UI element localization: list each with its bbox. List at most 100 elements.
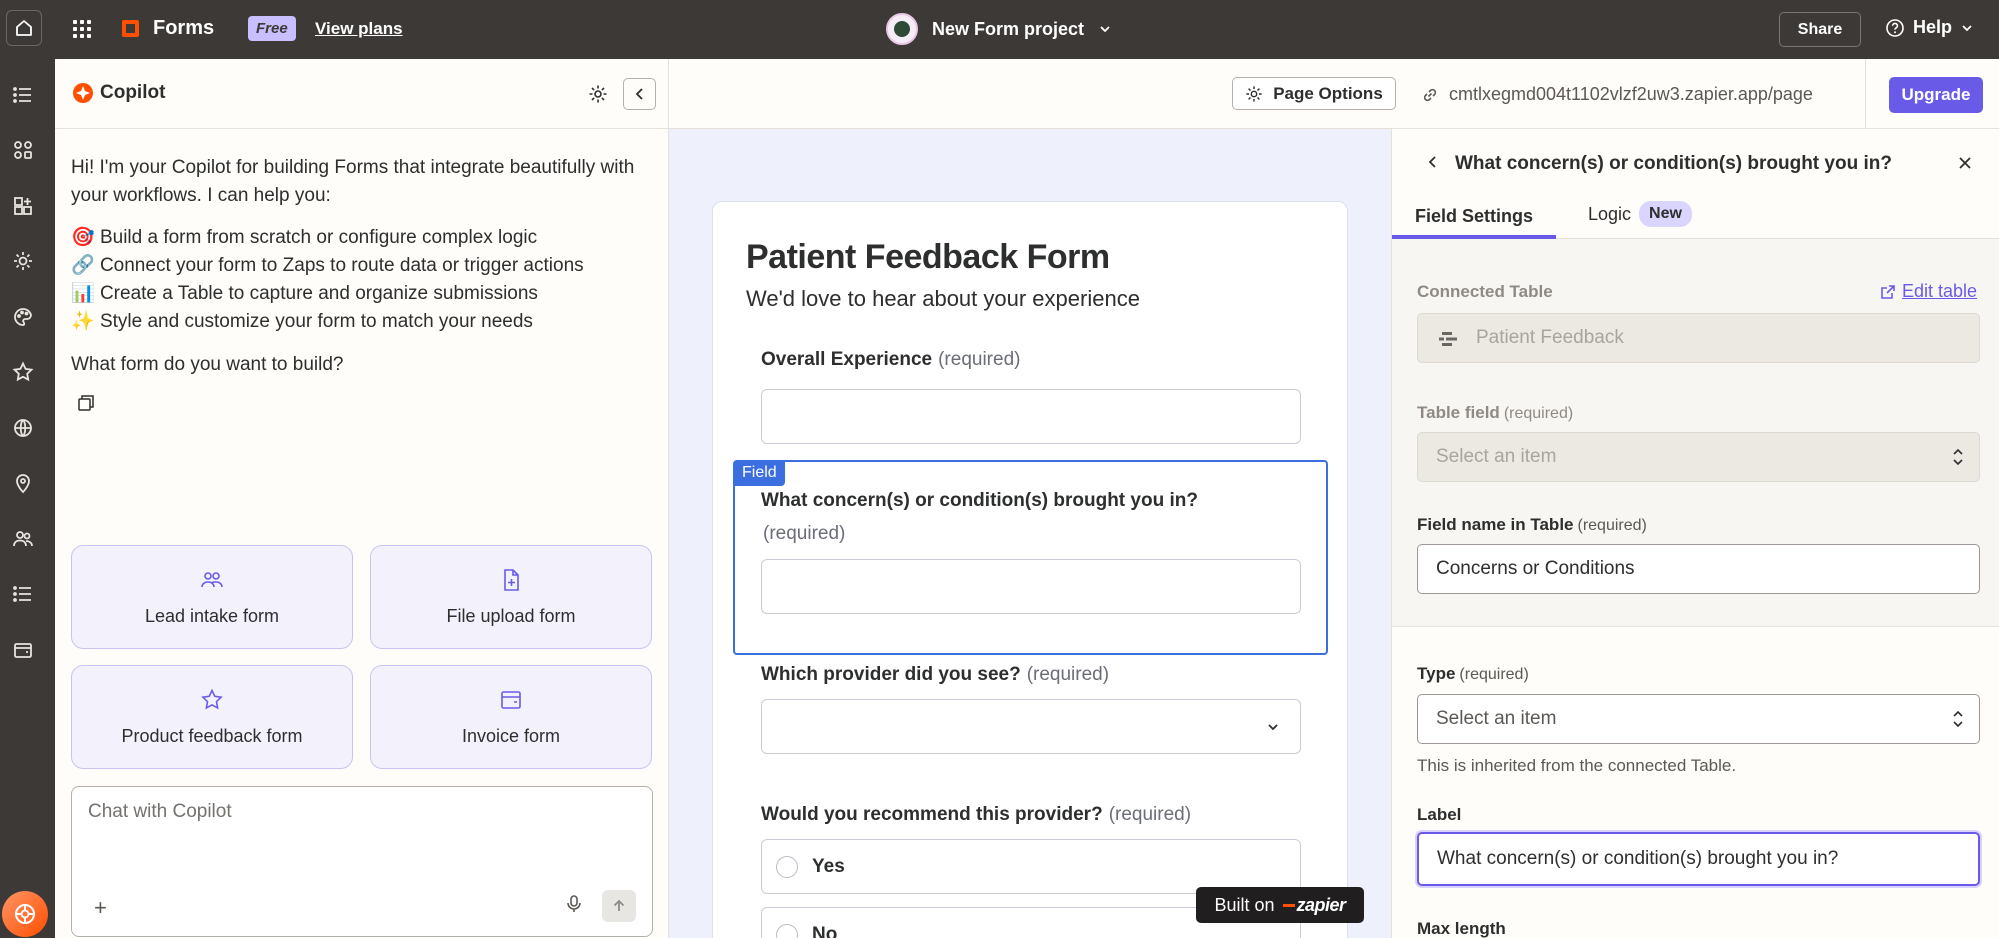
wallet-icon[interactable] xyxy=(10,637,36,663)
file-plus-icon xyxy=(504,568,519,591)
bullet-list-icon[interactable] xyxy=(10,581,36,607)
wallet-icon xyxy=(501,690,521,709)
page-url-link[interactable]: cmtlxegmd004t1102vlzf2uw3.zapier.app/pag… xyxy=(1421,84,1813,105)
edit-table-link[interactable]: Edit table xyxy=(1880,281,1977,302)
type-select[interactable]: Select an item xyxy=(1417,694,1980,744)
copilot-panel: Copilot Hi! I'm your Copilot for buildin… xyxy=(55,59,669,938)
suggestion-invoice[interactable]: Invoice form xyxy=(370,665,652,769)
built-on-zapier-badge[interactable]: Built on zapier xyxy=(1196,887,1364,923)
question-label-recommend[interactable]: Would you recommend this provider? (requi… xyxy=(761,804,1191,826)
suggestion-lead-intake[interactable]: Lead intake form xyxy=(71,545,353,649)
divider xyxy=(1865,59,1866,129)
team-icon[interactable] xyxy=(10,526,36,552)
home-button[interactable] xyxy=(6,10,42,46)
list-icon[interactable] xyxy=(10,82,36,108)
field-name-input[interactable]: Concerns or Conditions xyxy=(1417,544,1980,594)
settings-gear-icon[interactable] xyxy=(10,248,36,274)
field-tag: Field xyxy=(734,461,785,486)
settings-tabs: Field Settings Logic New xyxy=(1392,194,1999,239)
copilot-settings-button[interactable] xyxy=(588,84,608,109)
chevron-left-icon xyxy=(635,88,643,100)
question-label-concerns[interactable]: What concern(s) or condition(s) brought … xyxy=(761,490,1198,512)
copilot-intro: Hi! I'm your Copilot for building Forms … xyxy=(71,157,635,206)
provider-dropdown[interactable] xyxy=(761,699,1301,754)
star-icon[interactable] xyxy=(10,359,36,385)
home-icon xyxy=(16,20,32,36)
top-bar: Forms Free View plans New Form project S… xyxy=(0,0,1999,59)
capability-item: ✨ Style and customize your form to match… xyxy=(71,311,533,332)
gear-icon xyxy=(589,85,607,103)
tab-field-settings[interactable]: Field Settings xyxy=(1415,206,1533,227)
select-arrows-icon xyxy=(1953,710,1963,728)
built-on-text: Built on xyxy=(1214,894,1275,915)
microphone-button[interactable] xyxy=(565,894,583,919)
type-helper-text: This is inherited from the connected Tab… xyxy=(1417,756,1737,775)
project-selector[interactable]: New Form project xyxy=(886,13,1112,45)
capability-item: 📊 Create a Table to capture and organize… xyxy=(71,283,538,304)
suggestion-label: Product feedback form xyxy=(121,725,303,746)
close-icon xyxy=(1959,157,1971,169)
tab-logic[interactable]: Logic New xyxy=(1588,201,1692,227)
connected-table-label: Connected Table xyxy=(1417,282,1553,301)
radio-button[interactable] xyxy=(776,855,798,878)
connected-table-field: Patient Feedback xyxy=(1417,313,1980,363)
help-button[interactable]: Help xyxy=(1885,17,1974,38)
radio-label: No xyxy=(812,923,838,938)
zaps-icon[interactable] xyxy=(10,137,36,163)
radio-button[interactable] xyxy=(776,923,798,938)
microphone-icon xyxy=(567,895,581,912)
page-options-bar: Page Options cmtlxegmd004t1102vlzf2uw3.z… xyxy=(669,59,1999,129)
copilot-title: Copilot xyxy=(72,82,165,104)
overall-experience-input[interactable] xyxy=(761,389,1301,444)
left-nav-rail xyxy=(0,59,55,938)
label-label: Label xyxy=(1417,805,1462,824)
plan-badge: Free xyxy=(248,16,296,41)
copilot-question: What form do you want to build? xyxy=(71,354,344,375)
arrow-up-icon xyxy=(613,899,625,911)
external-link-icon xyxy=(1881,284,1895,299)
new-badge: New xyxy=(1639,201,1692,227)
suggestion-label: Invoice form xyxy=(461,725,561,746)
suggestion-file-upload[interactable]: File upload form xyxy=(370,545,652,649)
copy-icon xyxy=(78,395,94,411)
chevron-down-icon xyxy=(1962,24,1972,31)
link-icon xyxy=(1423,88,1437,101)
copilot-chat-input[interactable]: Chat with Copilot + xyxy=(71,786,653,937)
question-label-overall-experience[interactable]: Overall Experience (required) xyxy=(761,349,1020,371)
copilot-launcher-icon[interactable] xyxy=(2,891,48,937)
label-input[interactable]: What concern(s) or condition(s) brought … xyxy=(1417,832,1980,886)
form-preview-card: Patient Feedback Form We'd love to hear … xyxy=(712,201,1348,938)
add-attachment-button[interactable]: + xyxy=(94,895,107,921)
view-plans-link[interactable]: View plans xyxy=(315,19,403,39)
upgrade-button[interactable]: Upgrade xyxy=(1889,77,1983,113)
brand[interactable]: Forms xyxy=(122,17,214,40)
table-field-select: Select an item xyxy=(1417,432,1980,482)
copy-message-button[interactable] xyxy=(77,394,95,417)
gear-icon xyxy=(1246,85,1262,102)
page-options-label: Page Options xyxy=(1273,83,1383,103)
back-button[interactable] xyxy=(1426,154,1440,175)
send-message-button[interactable] xyxy=(602,890,636,922)
globe-icon[interactable] xyxy=(10,415,36,441)
location-pin-icon[interactable] xyxy=(10,470,36,496)
form-title[interactable]: Patient Feedback Form xyxy=(746,238,1110,277)
form-subtitle[interactable]: We'd love to hear about your experience xyxy=(746,286,1140,312)
max-length-label: Max length xyxy=(1417,919,1506,938)
forms-logo-icon xyxy=(122,20,139,37)
radio-label: Yes xyxy=(812,855,845,877)
radio-option-yes[interactable]: Yes xyxy=(761,839,1301,894)
question-label-provider[interactable]: Which provider did you see? (required) xyxy=(761,664,1109,686)
suggestion-label: Lead intake form xyxy=(144,605,280,626)
suggestion-product-feedback[interactable]: Product feedback form xyxy=(71,665,353,769)
chevron-down-icon xyxy=(1268,724,1278,731)
page-options-button[interactable]: Page Options xyxy=(1232,77,1396,110)
collapse-copilot-button[interactable] xyxy=(623,78,656,110)
concerns-input[interactable] xyxy=(761,559,1301,614)
palette-icon[interactable] xyxy=(10,304,36,330)
close-button[interactable] xyxy=(1958,153,1972,176)
apps-grid-icon[interactable] xyxy=(70,17,94,41)
capability-item: 🎯 Build a form from scratch or configure… xyxy=(71,227,538,248)
help-label: Help xyxy=(1913,17,1953,37)
share-button[interactable]: Share xyxy=(1779,12,1861,47)
interfaces-icon[interactable] xyxy=(10,193,36,219)
